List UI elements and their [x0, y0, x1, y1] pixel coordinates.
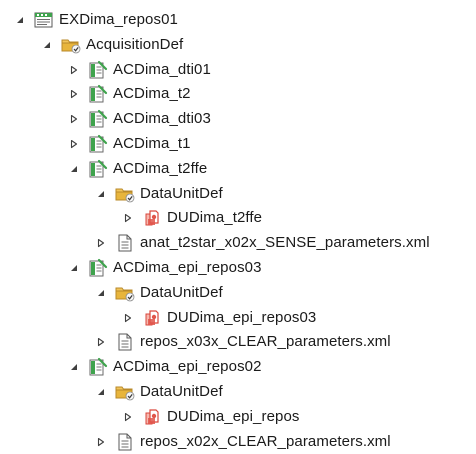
dataunit-icon: [142, 407, 162, 427]
tree-node-label: repos_x03x_CLEAR_parameters.xml: [140, 333, 391, 351]
tree-node-label: AcquisitionDef: [86, 35, 184, 53]
expand-arrow-closed-icon[interactable]: [122, 212, 134, 224]
acquisition-icon: [88, 258, 108, 278]
tree-node-label: DataUnitDef: [140, 283, 223, 301]
tree-node-row[interactable]: repos_x02x_CLEAR_parameters.xml: [95, 430, 391, 454]
tree-node-row[interactable]: ACDima_dti03: [68, 107, 211, 131]
tree-view: EXDima_repos01 AcquisitionDef ACDima_dti01…: [0, 0, 476, 454]
expand-arrow-closed-icon[interactable]: [68, 88, 80, 100]
file-icon: [115, 233, 135, 253]
dataunit-icon: [142, 208, 162, 228]
expand-arrow-open-icon[interactable]: [95, 386, 107, 398]
tree-node-row[interactable]: AcquisitionDef: [41, 33, 183, 57]
dataunit-icon: [142, 308, 162, 328]
tree-node-row[interactable]: anat_t2star_x02x_SENSE_parameters.xml: [95, 231, 430, 255]
tree-node-row[interactable]: ACDima_dti01: [68, 58, 211, 82]
expand-arrow-closed-icon[interactable]: [68, 138, 80, 150]
tree-node-row[interactable]: DUDima_epi_repos03: [122, 306, 316, 330]
file-icon: [115, 432, 135, 452]
folder-icon: [61, 35, 81, 55]
tree-node-label: DataUnitDef: [140, 383, 223, 400]
expand-arrow-open-icon[interactable]: [68, 163, 80, 175]
expand-arrow-closed-icon[interactable]: [68, 64, 80, 76]
folder-icon: [115, 283, 135, 303]
tree-node-label: ACDima_dti03: [113, 110, 211, 128]
tree-node-label: repos_x02x_CLEAR_parameters.xml: [140, 432, 391, 450]
expand-arrow-closed-icon[interactable]: [95, 237, 107, 249]
tree-node-label: anat_t2star_x02x_SENSE_parameters.xml: [140, 234, 430, 252]
study-icon: [34, 10, 54, 30]
acquisition-icon: [88, 357, 108, 377]
expand-arrow-open-icon[interactable]: [14, 14, 26, 26]
expand-arrow-open-icon[interactable]: [41, 39, 53, 51]
file-icon: [115, 332, 135, 352]
acquisition-icon: [88, 159, 108, 179]
expand-arrow-closed-icon[interactable]: [95, 436, 107, 448]
tree-node-label: DUDima_t2ffe: [167, 209, 263, 227]
tree-node-row[interactable]: ACDima_t2ffe: [68, 157, 207, 181]
tree-node-row[interactable]: EXDima_repos01: [14, 8, 178, 32]
acquisition-icon: [88, 60, 108, 80]
tree-node-label: ACDima_epi_repos03: [113, 259, 262, 276]
tree-node-row[interactable]: DataUnitDef: [95, 380, 223, 404]
tree-node-row[interactable]: repos_x03x_CLEAR_parameters.xml: [95, 330, 391, 354]
acquisition-icon: [88, 134, 108, 154]
expand-arrow-open-icon[interactable]: [68, 262, 80, 274]
expand-arrow-open-icon[interactable]: [95, 188, 107, 200]
tree-node-row[interactable]: DataUnitDef: [95, 281, 223, 305]
tree-node-row[interactable]: ACDima_t1: [68, 132, 191, 156]
expand-arrow-closed-icon[interactable]: [95, 336, 107, 348]
tree-node-label: EXDima_repos01: [59, 11, 178, 28]
tree-node-label: ACDima_t2ffe: [113, 159, 208, 177]
tree-node-label: ACDima_t2: [113, 85, 191, 103]
expand-arrow-closed-icon[interactable]: [122, 312, 134, 324]
acquisition-icon: [88, 84, 108, 104]
tree-node-row[interactable]: DataUnitDef: [95, 182, 223, 206]
folder-icon: [115, 184, 135, 204]
acquisition-icon: [88, 109, 108, 129]
tree-node-row[interactable]: ACDima_epi_repos02: [68, 355, 262, 379]
tree-node-row[interactable]: ACDima_t2: [68, 82, 191, 106]
expand-arrow-open-icon[interactable]: [68, 361, 80, 373]
expand-arrow-closed-icon[interactable]: [122, 411, 134, 423]
tree-node-row[interactable]: DUDima_epi_repos: [122, 405, 300, 429]
expand-arrow-open-icon[interactable]: [95, 287, 107, 299]
tree-node-row[interactable]: DUDima_t2ffe: [122, 206, 262, 230]
tree-node-label: DUDima_epi_repos03: [167, 308, 317, 326]
tree-node-label: ACDima_dti01: [113, 60, 211, 78]
tree-node-label: ACDima_t1: [113, 135, 191, 152]
tree-node-row[interactable]: ACDima_epi_repos03: [68, 256, 262, 280]
tree-node-label: DataUnitDef: [140, 184, 223, 202]
tree-node-label: DUDima_epi_repos: [167, 407, 300, 425]
folder-icon: [115, 382, 135, 402]
expand-arrow-closed-icon[interactable]: [68, 113, 80, 125]
tree-node-label: ACDima_epi_repos02: [113, 358, 262, 376]
